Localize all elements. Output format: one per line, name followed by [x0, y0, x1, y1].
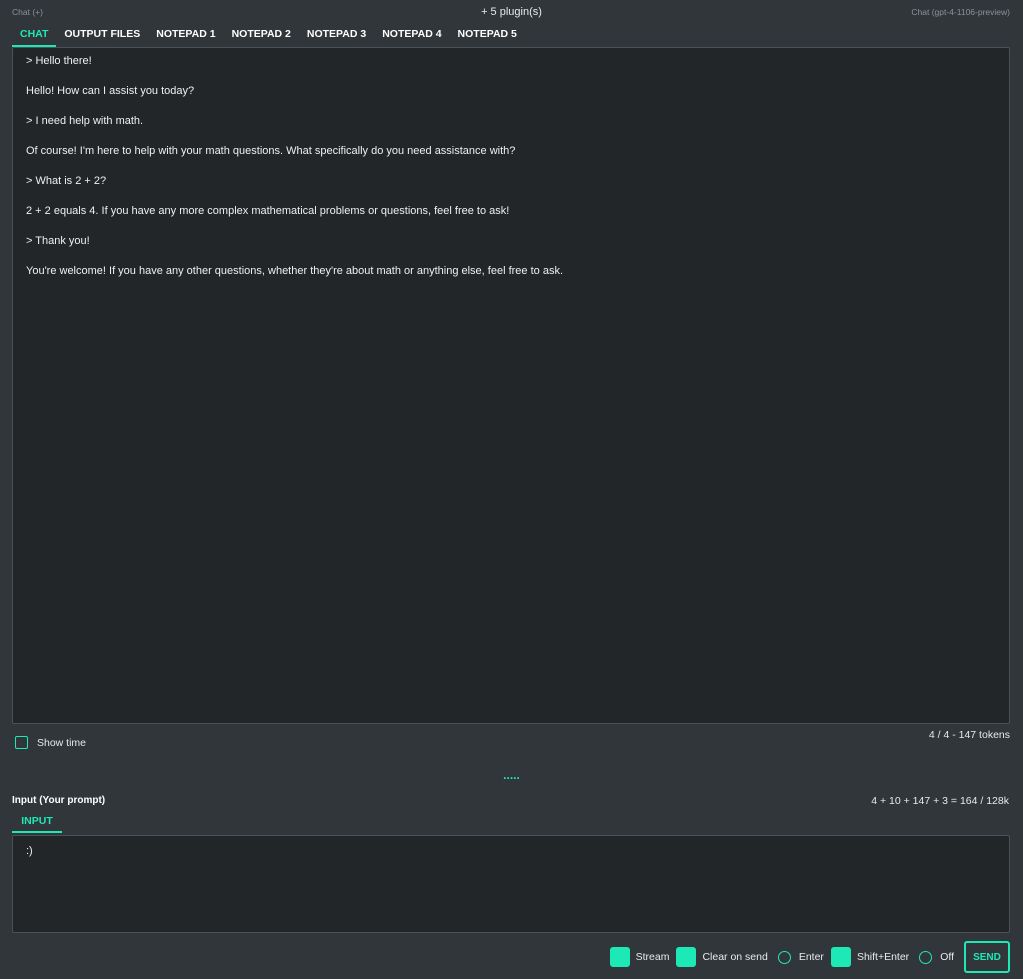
clear-on-send-label: Clear on send [702, 951, 768, 963]
stream-label: Stream [635, 951, 670, 963]
show-time-toggle[interactable]: Show time [15, 736, 86, 749]
chat-output[interactable]: > Hello there! Hello! How can I assist y… [12, 47, 1010, 724]
send-button[interactable]: SEND [964, 941, 1010, 973]
tab-output-files[interactable]: OUTPUT FILES [56, 26, 148, 47]
model-label: Chat (gpt-4-1106-preview) [911, 7, 1010, 17]
stream-checkbox[interactable] [609, 947, 630, 967]
assistant-message: You're welcome! If you have any other qu… [26, 265, 563, 277]
assistant-message: Hello! How can I assist you today? [26, 85, 195, 97]
input-token-stats: 4 + 10 + 147 + 3 = 164 / 128k [871, 795, 1009, 807]
tab-notepad-3[interactable]: NOTEPAD 3 [299, 26, 374, 47]
off-radio[interactable] [919, 950, 933, 964]
tab-input[interactable]: INPUT [12, 815, 62, 833]
clear-on-send-checkbox[interactable] [676, 947, 697, 967]
assistant-message: Of course! I'm here to help with your ma… [26, 145, 516, 157]
prompt-input-box[interactable] [12, 835, 1010, 933]
send-controls: Stream Clear on send Enter Shift+Enter O… [603, 940, 1010, 974]
user-message: > Thank you! [26, 235, 90, 247]
input-title: Input (Your prompt) [12, 795, 106, 806]
output-tabs: CHAT OUTPUT FILES NOTEPAD 1 NOTEPAD 2 NO… [12, 26, 525, 47]
enter-option[interactable]: Enter [775, 950, 824, 964]
splitter-handle[interactable]: ..... [0, 768, 1023, 782]
plugins-label: + 5 plugin(s) [481, 6, 542, 18]
shift-enter-checkbox[interactable] [830, 947, 851, 967]
clear-on-send-toggle[interactable]: Clear on send [676, 947, 768, 967]
shift-enter-label: Shift+Enter [856, 951, 910, 963]
assistant-message: 2 + 2 equals 4. If you have any more com… [26, 205, 510, 217]
user-message: > What is 2 + 2? [26, 175, 107, 187]
stream-toggle[interactable]: Stream [609, 947, 670, 967]
tab-notepad-1[interactable]: NOTEPAD 1 [148, 26, 223, 47]
show-time-checkbox[interactable] [15, 736, 28, 749]
tab-notepad-2[interactable]: NOTEPAD 2 [224, 26, 299, 47]
shift-enter-toggle[interactable]: Shift+Enter [830, 947, 910, 967]
enter-label: Enter [798, 951, 824, 963]
off-option[interactable]: Off [916, 950, 954, 964]
prompt-input[interactable] [26, 845, 986, 857]
tab-notepad-5[interactable]: NOTEPAD 5 [450, 26, 525, 47]
tab-chat[interactable]: CHAT [12, 26, 57, 47]
token-count: 4 / 4 - 147 tokens [928, 729, 1010, 741]
enter-radio[interactable] [777, 950, 791, 964]
show-time-label: Show time [37, 736, 87, 749]
user-message: > Hello there! [26, 55, 92, 67]
tab-notepad-4[interactable]: NOTEPAD 4 [374, 26, 449, 47]
user-message: > I need help with math. [26, 115, 144, 127]
off-label: Off [940, 951, 954, 963]
